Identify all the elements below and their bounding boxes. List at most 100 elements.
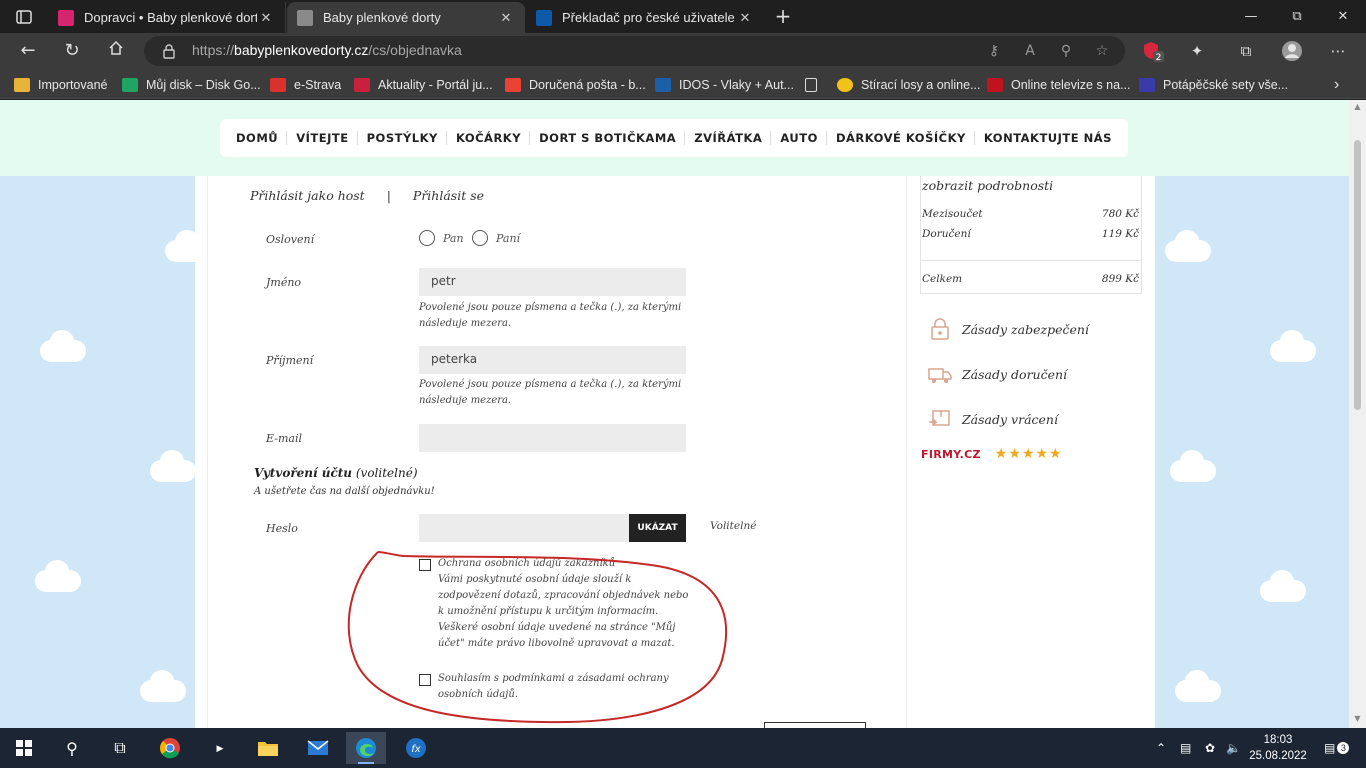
home-button[interactable] <box>102 39 130 63</box>
nav-item-dort-s-botickama[interactable]: DORT S BOTIČKAMA <box>531 131 686 145</box>
profile-button[interactable] <box>1280 40 1304 62</box>
start-button[interactable] <box>4 732 44 764</box>
url-text[interactable]: https://babyplenkovedorty.cz/cs/objednav… <box>192 42 462 58</box>
bookmark-aktuality[interactable]: Aktuality - Portál ju... <box>354 76 493 94</box>
bookmark-page[interactable] <box>805 76 825 94</box>
refresh-button[interactable]: ↻ <box>58 39 86 63</box>
nav-item-domu[interactable]: DOMŮ <box>228 131 288 145</box>
nav-item-zviratka[interactable]: ZVÍŘÁTKA <box>686 131 772 145</box>
address-bar[interactable]: https://babyplenkovedorty.cz/cs/objednav… <box>144 36 1125 66</box>
scroll-down-arrow-icon[interactable]: ▼ <box>1349 714 1366 723</box>
last-name-hint: Povolené jsou pouze písmena a tečka (.),… <box>419 379 682 406</box>
radio-circle[interactable] <box>472 230 488 246</box>
file-explorer-button[interactable] <box>248 732 288 764</box>
taskbar-clock[interactable]: 18:03 25.08.2022 <box>1246 732 1310 764</box>
password-field[interactable] <box>419 514 629 542</box>
svg-text:fx: fx <box>411 744 421 755</box>
cloud-decoration <box>1170 450 1216 482</box>
close-tab-icon[interactable]: ✕ <box>257 10 275 26</box>
bookmark-idos[interactable]: IDOS - Vlaky + Aut... <box>655 76 794 94</box>
windows-logo-icon <box>16 740 32 756</box>
volume-icon[interactable]: 🔈 <box>1226 728 1241 768</box>
close-window-button[interactable]: ✕ <box>1320 0 1366 33</box>
page-scrollbar[interactable]: ▲ ▼ <box>1349 100 1366 728</box>
subtotal-value: 780 Kč <box>1101 208 1139 220</box>
order-summary-sidebar: zobrazit podrobnosti Mezisoučet 780 Kč D… <box>920 176 1155 728</box>
mpc-taskbar-button[interactable]: ▶ <box>200 732 240 764</box>
nav-item-kocarky[interactable]: KOČÁRKY <box>448 131 531 145</box>
radio-pan[interactable]: Pan <box>419 230 464 246</box>
active-app-indicator <box>358 762 374 764</box>
more-bookmarks-chevron-icon[interactable]: › <box>1334 76 1339 94</box>
settings-menu-button[interactable]: ⋯ <box>1326 40 1350 62</box>
bookmark-stiraci-losy[interactable]: Stírací losy a online... <box>837 76 981 94</box>
search-button[interactable]: ⚲ <box>52 732 92 764</box>
minimize-button[interactable]: — <box>1228 0 1274 33</box>
bookmark-e-strava[interactable]: e-Strava <box>270 76 341 94</box>
nav-item-postylky[interactable]: POSTÝLKY <box>359 131 447 145</box>
first-name-field[interactable]: petr <box>419 268 686 296</box>
edge-taskbar-button[interactable] <box>346 732 386 764</box>
fx-taskbar-button[interactable]: fx <box>396 732 436 764</box>
radio-label: Paní <box>496 231 521 245</box>
extensions-puzzle-icon[interactable]: ✦ <box>1185 40 1209 62</box>
tab-dopravci[interactable]: Dopravci • Baby plenkové dorty ✕ <box>48 2 286 33</box>
extension-button[interactable]: 2 <box>1141 40 1165 63</box>
chrome-taskbar-button[interactable] <box>150 732 190 764</box>
tab-actions-button[interactable] <box>0 0 48 33</box>
radio-pani[interactable]: Paní <box>472 230 520 246</box>
return-box-icon <box>928 407 952 431</box>
bookmark-potapecske-sety[interactable]: Potápěčské sety vše... <box>1139 76 1288 94</box>
show-details-link[interactable]: zobrazit podrobnosti <box>922 178 1053 193</box>
close-tab-icon[interactable]: ✕ <box>736 10 754 26</box>
email-field[interactable] <box>419 424 686 452</box>
radio-circle[interactable] <box>419 230 435 246</box>
wifi-icon[interactable]: ✿ <box>1205 728 1215 768</box>
notification-center-button[interactable]: ▤ 3 <box>1324 728 1350 768</box>
sign-in-link[interactable]: Přihlásit se <box>413 188 484 203</box>
bookmark-label: Importované <box>38 78 108 92</box>
folder-icon <box>258 742 278 756</box>
scrollbar-thumb[interactable] <box>1354 140 1361 410</box>
mail-taskbar-button[interactable] <box>298 732 338 764</box>
task-view-button[interactable]: ⧉ <box>100 732 140 764</box>
nav-item-darkove-kosicky[interactable]: DÁRKOVÉ KOŠÍČKY <box>828 131 975 145</box>
add-favorite-icon[interactable]: ☆ <box>1092 42 1112 60</box>
login-as-guest-link[interactable]: Přihlásit jako host <box>250 188 365 203</box>
subtotal-label: Mezisoučet <box>922 208 983 220</box>
back-button[interactable]: ← <box>14 39 42 63</box>
battery-icon[interactable]: ▤ <box>1180 728 1191 768</box>
bookmark-online-televize[interactable]: Online televize s na... <box>987 76 1131 94</box>
close-tab-icon[interactable]: ✕ <box>497 10 515 26</box>
tab-favicon-icon <box>297 9 313 26</box>
zoom-icon[interactable]: ⚲ <box>1056 42 1076 60</box>
security-policy-link[interactable]: Zásady zabezpečení <box>928 317 1089 341</box>
extension-badge: 2 <box>1156 53 1162 62</box>
return-policy-link[interactable]: Zásady vrácení <box>928 407 1058 431</box>
read-aloud-icon[interactable]: A <box>1020 42 1040 60</box>
login-separator: | <box>386 188 391 203</box>
nav-item-auto[interactable]: AUTO <box>772 131 827 145</box>
key-icon[interactable]: ⚷ <box>984 42 1004 60</box>
last-name-field[interactable]: peterka <box>419 346 686 374</box>
tab-baby-plenkove-dorty[interactable]: Baby plenkové dorty ✕ <box>287 2 525 33</box>
bookmark-muj-disk[interactable]: Můj disk – Disk Go... <box>122 76 261 94</box>
bookmark-dorucena-posta[interactable]: Doručená pošta - b... <box>505 76 646 94</box>
total-label: Celkem <box>922 273 963 285</box>
firmy-rating[interactable]: FIRMY.CZ ★★★★★ <box>921 446 1063 462</box>
bookmark-importovane[interactable]: Importované <box>14 76 107 94</box>
cloud-decoration <box>35 560 81 592</box>
show-password-button[interactable]: UKÁZAT <box>629 514 686 542</box>
collections-icon[interactable]: ⧉ <box>1234 40 1258 62</box>
tab-prekladac[interactable]: Překladač pro české uživatele | Č ✕ <box>526 2 764 33</box>
email-label: E-mail <box>266 432 302 445</box>
new-tab-button[interactable]: + <box>770 4 796 30</box>
show-hidden-icons-chevron-icon[interactable]: ⌃ <box>1156 728 1166 768</box>
delivery-policy-link[interactable]: Zásady doručení <box>928 362 1067 386</box>
lock-icon <box>928 317 952 341</box>
nav-item-vitejte[interactable]: VÍTEJTE <box>288 131 358 145</box>
nav-item-kontaktujte-nas[interactable]: KONTAKTUJTE NÁS <box>976 131 1120 145</box>
restore-button[interactable]: ⧉ <box>1274 0 1320 33</box>
scroll-up-arrow-icon[interactable]: ▲ <box>1349 102 1366 111</box>
firmy-logo: FIRMY.CZ <box>921 447 981 461</box>
